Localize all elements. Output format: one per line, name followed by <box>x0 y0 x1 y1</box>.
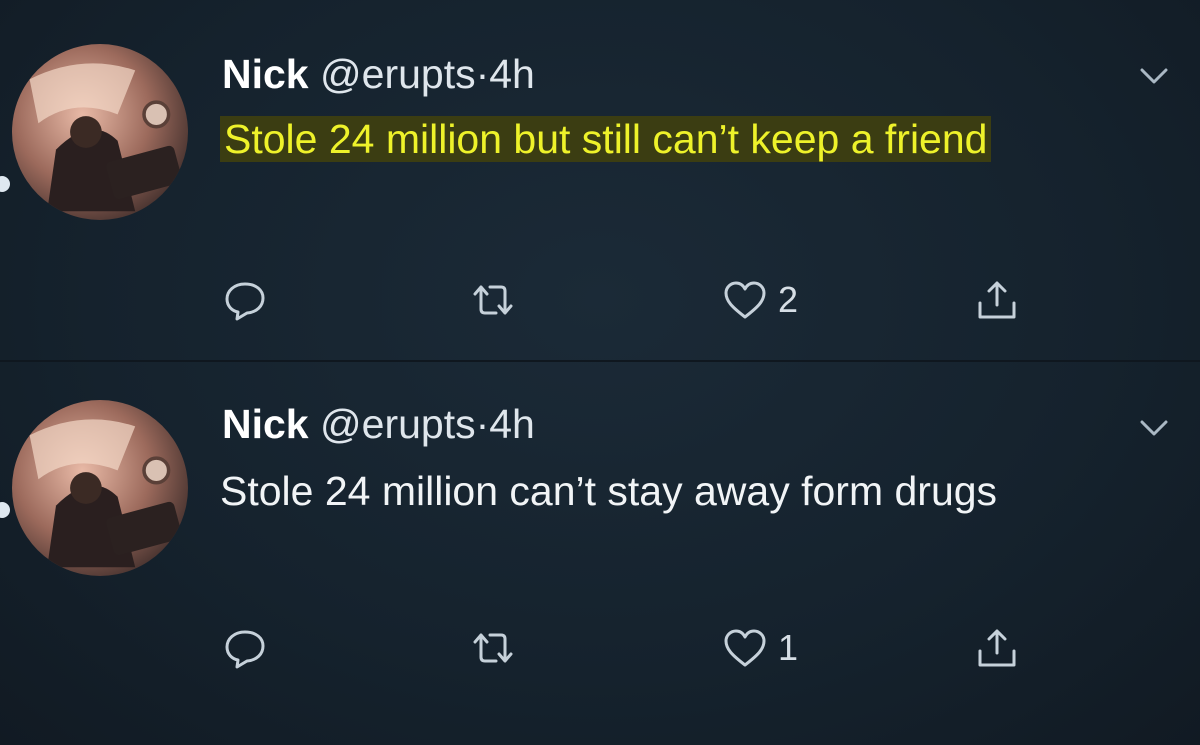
timestamp[interactable]: 4h <box>489 51 535 97</box>
tweet[interactable]: Nick @erupts·4h Stole 24 million but sti… <box>0 0 1200 362</box>
like-button[interactable]: 2 <box>720 272 798 328</box>
avatar-image <box>12 44 188 220</box>
reply-icon <box>225 630 265 669</box>
retweet-icon <box>473 285 513 315</box>
heart-icon <box>724 629 766 667</box>
tweet-text: Stole 24 million can’t stay away form dr… <box>220 468 998 514</box>
retweet-button[interactable] <box>468 272 518 328</box>
tweet-feed: Nick @erupts·4h Stole 24 million but sti… <box>0 0 1200 745</box>
highlighted-text: Stole 24 million but still can’t keep a … <box>220 116 992 162</box>
separator: · <box>475 51 490 97</box>
chevron-down-icon[interactable] <box>1136 58 1172 94</box>
avatar[interactable] <box>12 400 188 576</box>
like-count: 1 <box>778 627 799 668</box>
display-name[interactable]: Nick <box>222 51 309 97</box>
tweet[interactable]: Nick @erupts·4h Stole 24 million can’t s… <box>0 362 1200 745</box>
share-icon <box>978 281 1016 319</box>
user-handle[interactable]: @erupts <box>320 401 476 447</box>
tweet-actions: 1 <box>220 620 1040 676</box>
share-button[interactable] <box>972 620 1022 676</box>
avatar[interactable] <box>12 44 188 220</box>
reply-button[interactable] <box>220 620 270 676</box>
reply-icon <box>225 282 265 321</box>
tweet-actions: 2 <box>220 272 1040 328</box>
like-count: 2 <box>778 279 799 320</box>
share-icon <box>978 629 1016 667</box>
tweet-header: Nick @erupts·4h <box>222 404 535 445</box>
chevron-down-icon[interactable] <box>1136 410 1172 446</box>
unread-indicator <box>0 176 10 192</box>
unread-indicator <box>0 502 10 518</box>
avatar-image <box>12 400 188 576</box>
tweet-header: Nick @erupts·4h <box>222 54 535 95</box>
heart-icon <box>724 281 766 319</box>
timestamp[interactable]: 4h <box>489 401 535 447</box>
separator: · <box>475 401 490 447</box>
display-name[interactable]: Nick <box>222 401 309 447</box>
share-button[interactable] <box>972 272 1022 328</box>
like-button[interactable]: 1 <box>720 620 798 676</box>
retweet-icon <box>473 633 513 663</box>
retweet-button[interactable] <box>468 620 518 676</box>
tweet-text: Stole 24 million but still can’t keep a … <box>220 106 1120 172</box>
reply-button[interactable] <box>220 272 270 328</box>
user-handle[interactable]: @erupts <box>320 51 476 97</box>
